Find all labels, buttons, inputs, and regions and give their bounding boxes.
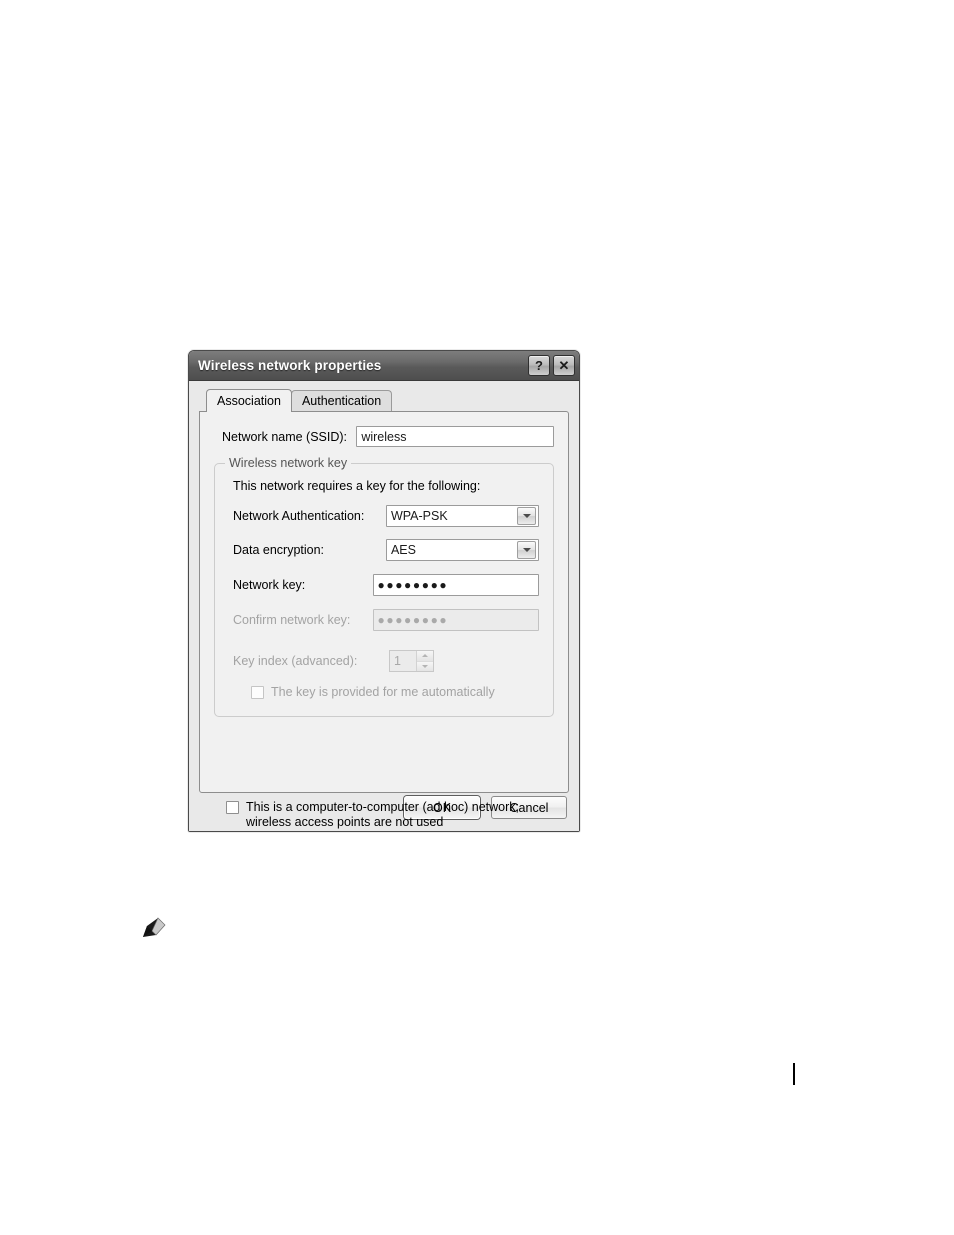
key-index-label: Key index (advanced): bbox=[233, 654, 358, 668]
network-authentication-value: WPA-PSK bbox=[390, 509, 448, 523]
confirm-network-key-row: Confirm network key: ●●●●●●●● bbox=[229, 609, 539, 631]
data-encryption-row: Data encryption: AES bbox=[229, 539, 539, 561]
confirm-network-key-value: ●●●●●●●● bbox=[377, 613, 449, 627]
key-index-stepper[interactable]: 1 bbox=[389, 650, 434, 672]
data-encryption-select[interactable]: AES bbox=[385, 539, 539, 561]
auto-key-checkbox-row[interactable]: The key is provided for me automatically bbox=[229, 685, 539, 700]
tab-authentication-label: Authentication bbox=[301, 394, 382, 408]
adhoc-checkbox[interactable] bbox=[226, 801, 239, 814]
adhoc-checkbox-row[interactable]: This is a computer-to-computer (ad hoc) … bbox=[226, 800, 546, 830]
network-key-row: Network key: ●●●●●●●● bbox=[229, 574, 539, 596]
confirm-network-key-label: Confirm network key: bbox=[233, 613, 351, 627]
network-key-value: ●●●●●●●● bbox=[377, 578, 449, 592]
key-requirement-text: This network requires a key for the foll… bbox=[233, 479, 481, 493]
data-encryption-value: AES bbox=[390, 543, 416, 557]
dialog-titlebar[interactable]: Wireless network properties ? ✕ bbox=[189, 351, 579, 381]
wireless-network-key-group: Wireless network key This network requir… bbox=[214, 456, 554, 717]
ssid-label: Network name (SSID): bbox=[222, 429, 348, 444]
help-icon[interactable]: ? bbox=[528, 355, 550, 376]
association-tab-panel: Network name (SSID): wireless Wireless n… bbox=[199, 411, 569, 829]
help-glyph: ? bbox=[535, 358, 543, 373]
auto-key-label: The key is provided for me automatically bbox=[271, 685, 495, 699]
dialog-body: Association Authentication Network name … bbox=[189, 381, 579, 831]
ssid-input[interactable]: wireless bbox=[356, 426, 554, 447]
adhoc-label: This is a computer-to-computer (ad hoc) … bbox=[246, 800, 520, 829]
chevron-down-icon[interactable] bbox=[517, 541, 536, 559]
auto-key-checkbox[interactable] bbox=[251, 686, 264, 699]
tabstrip: Association Authentication bbox=[199, 389, 569, 412]
tab-association-label: Association bbox=[217, 394, 281, 408]
close-glyph: ✕ bbox=[558, 358, 570, 373]
wireless-network-properties-dialog: Wireless network properties ? ✕ Associat… bbox=[188, 350, 580, 832]
note-pencil-icon bbox=[143, 917, 166, 937]
network-authentication-row: Network Authentication: WPA-PSK bbox=[229, 505, 539, 527]
key-index-row: Key index (advanced): 1 bbox=[229, 650, 539, 672]
network-authentication-select[interactable]: WPA-PSK bbox=[385, 505, 539, 527]
key-index-stepper-buttons[interactable] bbox=[416, 651, 433, 671]
chevron-down-icon[interactable] bbox=[517, 507, 536, 525]
stepper-down-icon[interactable] bbox=[417, 661, 433, 671]
confirm-network-key-input[interactable]: ●●●●●●●● bbox=[372, 609, 539, 631]
network-key-label: Network key: bbox=[233, 578, 306, 592]
key-index-value: 1 bbox=[394, 654, 401, 668]
tab-association[interactable]: Association bbox=[206, 389, 292, 412]
ssid-row: Network name (SSID): wireless bbox=[214, 426, 554, 447]
stepper-up-icon[interactable] bbox=[417, 651, 433, 662]
close-icon[interactable]: ✕ bbox=[553, 355, 575, 376]
dialog-title: Wireless network properties bbox=[198, 358, 382, 373]
margin-change-tick bbox=[793, 1063, 795, 1085]
data-encryption-label: Data encryption: bbox=[233, 543, 325, 557]
network-key-input[interactable]: ●●●●●●●● bbox=[372, 574, 539, 596]
wireless-network-key-legend: Wireless network key bbox=[225, 456, 352, 470]
network-authentication-label: Network Authentication: bbox=[233, 509, 365, 523]
ssid-input-value: wireless bbox=[361, 429, 407, 444]
tab-authentication[interactable]: Authentication bbox=[290, 390, 393, 411]
